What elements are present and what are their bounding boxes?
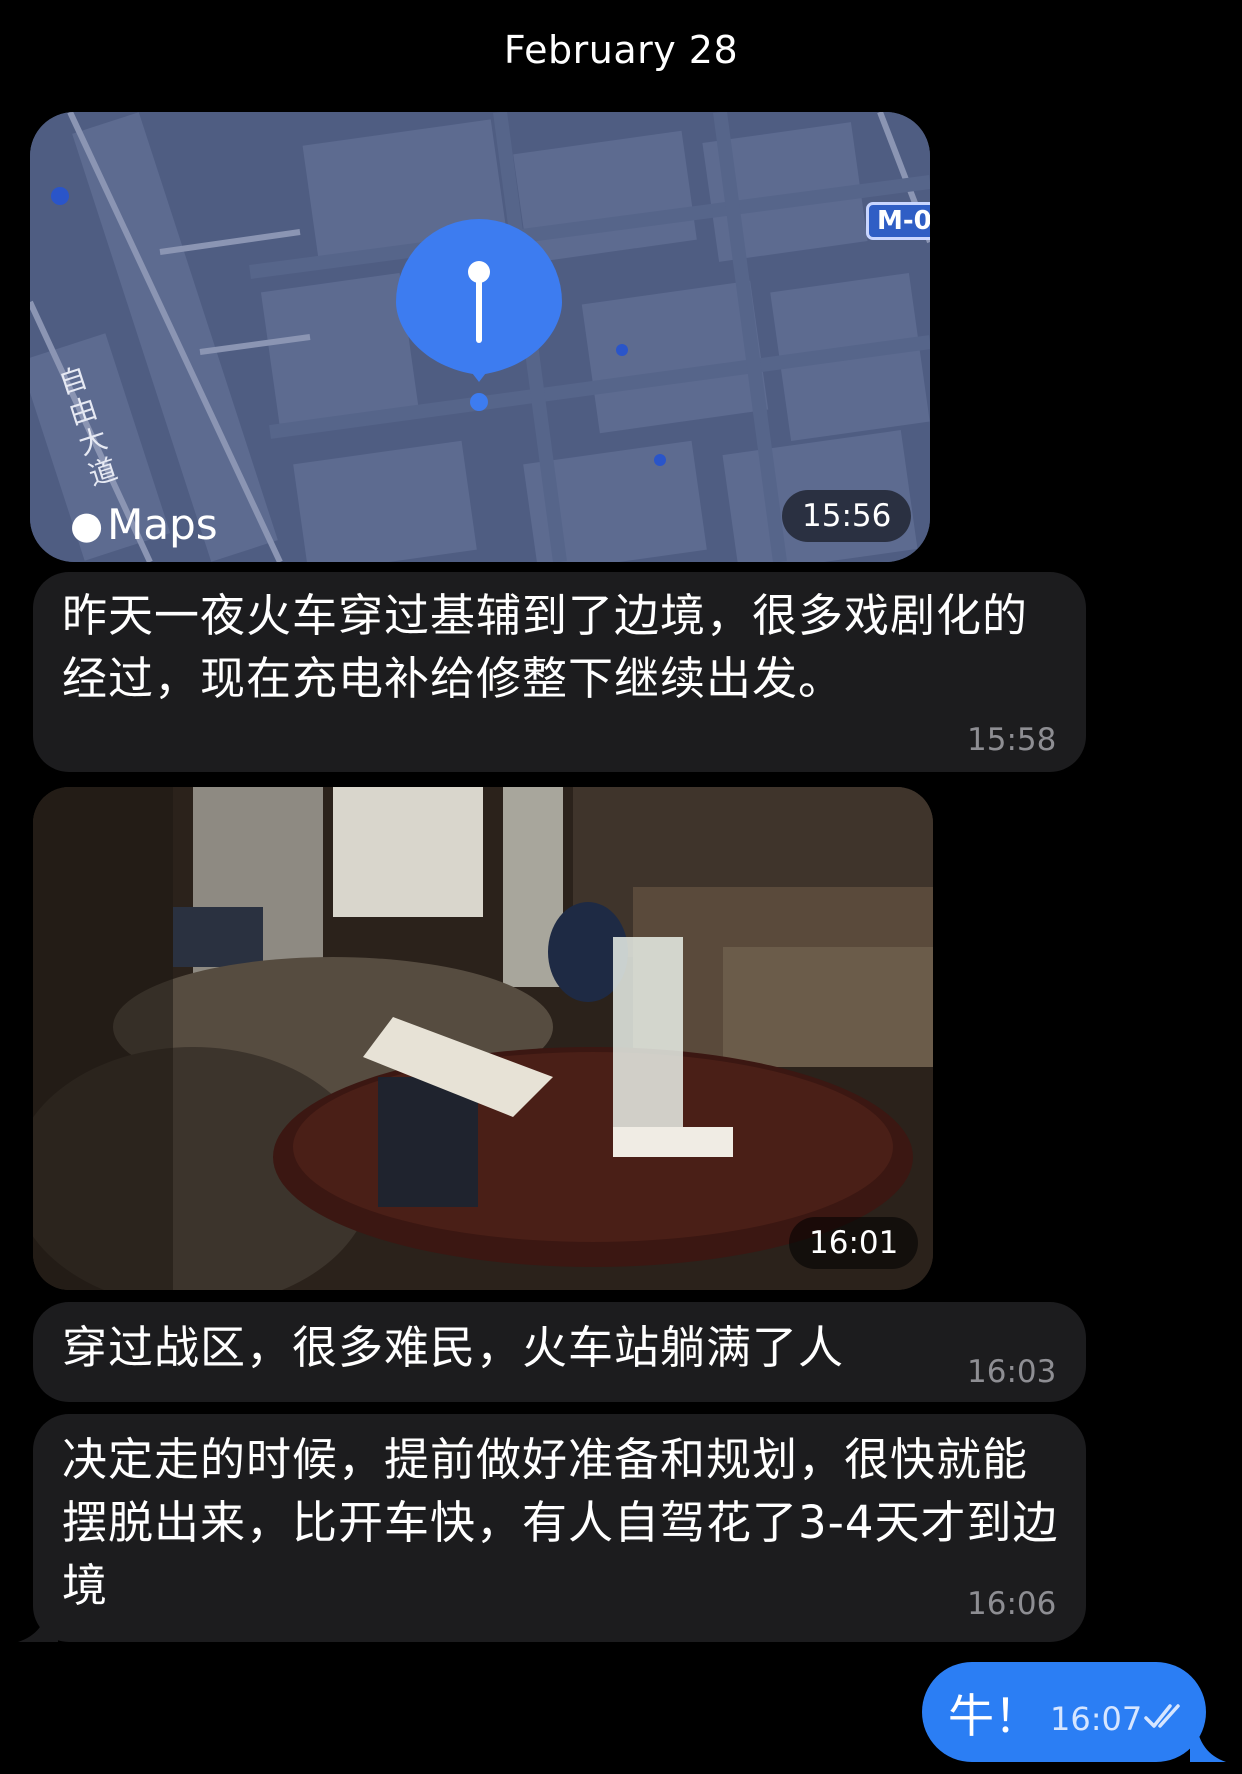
incoming-message-bubble[interactable]: 昨天一夜火车穿过基辅到了边境，很多戏剧化的经过，现在充电补给修整下继续出发。 1… xyxy=(33,572,1086,772)
road-badge: M-09 xyxy=(866,202,930,240)
outgoing-bubble-tail xyxy=(1190,1722,1226,1762)
incoming-message-bubble[interactable]: 决定走的时候，提前做好准备和规划，很快就能摆脱出来，比开车快，有人自驾花了3-4… xyxy=(33,1414,1086,1642)
date-header: February 28 xyxy=(503,28,739,72)
maps-label: Maps xyxy=(107,500,218,549)
message-text: 牛！ xyxy=(948,1689,1040,1743)
apple-icon: ● xyxy=(70,502,104,547)
message-text: 穿过战区，很多难民，火车站躺满了人 xyxy=(62,1321,845,1374)
incoming-message-bubble[interactable]: 穿过战区，很多难民，火车站躺满了人 16:03 xyxy=(33,1302,1086,1402)
message-text: 昨天一夜火车穿过基辅到了边境，很多戏剧化的经过，现在充电补给修整下继续出发。 xyxy=(62,589,1029,705)
message-time: 16:07 xyxy=(1050,1700,1143,1738)
message-time: 16:01 xyxy=(789,1217,919,1269)
message-text: 决定走的时候，提前做好准备和规划，很快就能摆脱出来，比开车快，有人自驾花了3-4… xyxy=(62,1433,1059,1612)
maps-attribution: ● Maps xyxy=(70,500,218,549)
message-time: 15:58 xyxy=(967,722,1057,758)
double-check-icon xyxy=(1144,1704,1180,1728)
photo-message[interactable]: 16:01 xyxy=(33,787,933,1290)
bubble-tail xyxy=(18,1604,58,1642)
cafe-photo xyxy=(33,787,933,1290)
outgoing-message-bubble[interactable]: 牛！ 16:07 xyxy=(922,1662,1206,1762)
message-time: 16:06 xyxy=(967,1586,1057,1622)
message-time: 15:56 xyxy=(782,490,912,542)
message-time: 16:03 xyxy=(967,1354,1057,1390)
location-map-message[interactable]: M-09 自由大道 ● Maps 15:56 xyxy=(30,112,930,562)
